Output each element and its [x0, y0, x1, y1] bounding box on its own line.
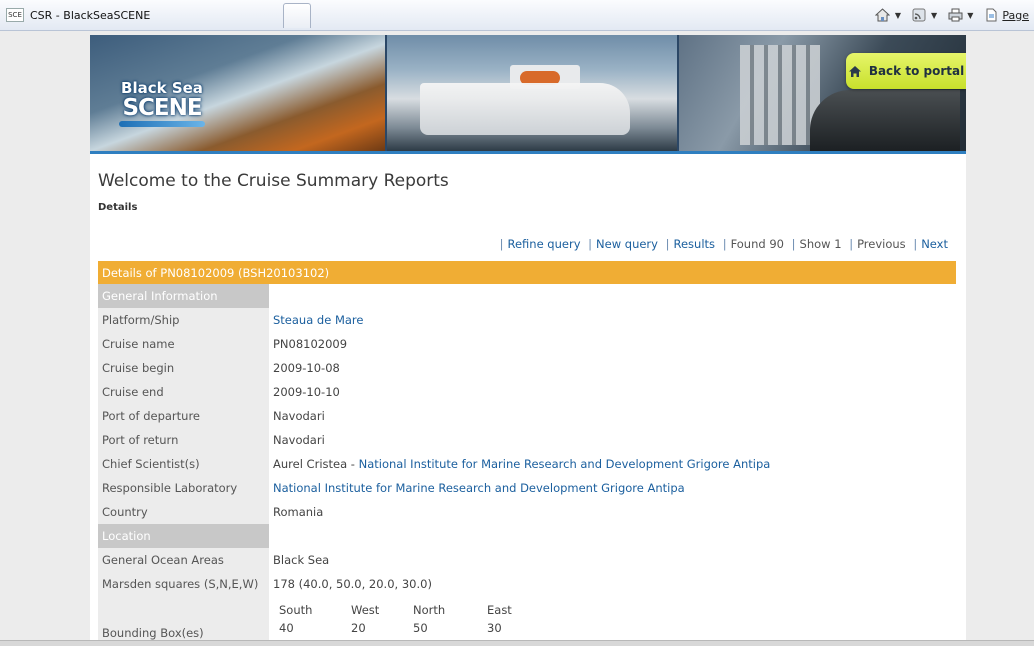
- feeds-button[interactable]: ▼: [911, 7, 937, 23]
- country-label: Country: [98, 500, 269, 524]
- cruise-end-label: Cruise end: [98, 380, 269, 404]
- site-favicon-icon: SCE: [6, 8, 24, 22]
- browser-toolbar: SCE CSR - BlackSeaSCENE ▼ ▼ ▼ Page: [0, 0, 1034, 31]
- lab-label: Responsible Laboratory: [98, 476, 269, 500]
- window-bottom-edge: [0, 640, 1034, 646]
- header-banner: Black Sea SCENE Back to portal: [90, 35, 966, 151]
- home-icon: [848, 65, 862, 78]
- logo-line-2: SCENE: [122, 95, 202, 121]
- port-departure-value: Navodari: [273, 409, 325, 423]
- details-header-row: Details of PN08102009 (BSH20103102): [98, 261, 956, 284]
- cruise-begin-label: Cruise begin: [98, 356, 269, 380]
- section-general-information: General Information: [98, 284, 269, 308]
- print-icon: [947, 7, 963, 23]
- table-row: Platform/Ship Steaua de Mare: [98, 308, 956, 332]
- rss-icon: [911, 7, 927, 23]
- country-value: Romania: [273, 505, 324, 519]
- bbox-west-value: 20: [351, 621, 366, 635]
- chief-institute-link[interactable]: National Institute for Marine Research a…: [359, 457, 771, 471]
- marsden-label: Marsden squares (S,N,E,W): [98, 572, 269, 596]
- port-return-label: Port of return: [98, 428, 269, 452]
- new-tab-button[interactable]: [283, 3, 311, 28]
- cruise-name-label: Cruise name: [98, 332, 269, 356]
- command-bar: ▼ ▼ ▼ Page: [870, 3, 1034, 27]
- table-row: Bounding Box(es) South West North East 4…: [98, 596, 956, 640]
- print-button[interactable]: ▼: [947, 7, 973, 23]
- new-query-link[interactable]: New query: [596, 237, 658, 251]
- page-subtitle: Details: [98, 202, 138, 213]
- table-row: General Ocean Areas Black Sea: [98, 548, 956, 572]
- page-menu-label: Page: [1002, 8, 1029, 22]
- table-row: Cruise name PN08102009: [98, 332, 956, 356]
- bounding-box-table: South West North East 40 20 50 30: [273, 601, 543, 637]
- refine-query-link[interactable]: Refine query: [507, 237, 580, 251]
- chevron-down-icon[interactable]: ▼: [931, 11, 937, 20]
- home-icon: [875, 7, 891, 23]
- section-row: General Information: [98, 284, 956, 308]
- details-header: Details of PN08102009 (BSH20103102): [98, 261, 956, 284]
- bbox-header-west: West: [351, 603, 380, 617]
- ship-hull: [420, 83, 630, 135]
- bbox-south-value: 40: [279, 621, 294, 635]
- lab-link[interactable]: National Institute for Marine Research a…: [273, 481, 685, 495]
- results-navigation: | Refine query | New query | Results | Found…: [499, 237, 948, 251]
- table-row: Cruise begin 2009-10-08: [98, 356, 956, 380]
- ocean-areas-label: General Ocean Areas: [98, 548, 269, 572]
- platform-link[interactable]: Steaua de Mare: [273, 313, 363, 327]
- back-to-portal-button[interactable]: Back to portal: [846, 53, 966, 89]
- scientist-arm: [810, 90, 960, 151]
- found-count: Found 90: [730, 237, 784, 251]
- bbox-header-north: North: [413, 603, 446, 617]
- section-location: Location: [98, 524, 269, 548]
- page-title: Welcome to the Cruise Summary Reports: [98, 171, 449, 191]
- page-icon: [983, 7, 999, 23]
- show-count: Show 1: [799, 237, 842, 251]
- chief-separator: -: [347, 457, 359, 471]
- tab-title: CSR - BlackSeaSCENE: [30, 8, 151, 22]
- chief-scientist-name: Aurel Cristea: [273, 457, 348, 471]
- table-row: Marsden squares (S,N,E,W) 178 (40.0, 50.…: [98, 572, 956, 596]
- cruise-begin-value: 2009-10-08: [273, 361, 340, 375]
- back-to-portal-label: Back to portal: [868, 64, 965, 78]
- bbox-label: Bounding Box(es): [98, 596, 269, 640]
- browser-tab[interactable]: SCE CSR - BlackSeaSCENE: [0, 3, 282, 27]
- banner-divider: [90, 151, 966, 154]
- table-row: Country Romania: [98, 500, 956, 524]
- ocean-areas-value: Black Sea: [273, 553, 330, 567]
- next-link[interactable]: Next: [921, 237, 948, 251]
- page-content: Black Sea SCENE Back to portal Welcome t…: [90, 35, 966, 645]
- marsden-value: 178 (40.0, 50.0, 20.0, 30.0): [273, 577, 432, 591]
- table-row: Responsible Laboratory National Institut…: [98, 476, 956, 500]
- chevron-down-icon[interactable]: ▼: [895, 11, 901, 20]
- table-row: Chief Scientist(s) Aurel Cristea - Natio…: [98, 452, 956, 476]
- bbox-header-east: East: [487, 603, 512, 617]
- platform-label: Platform/Ship: [98, 308, 269, 332]
- section-row: Location: [98, 524, 956, 548]
- home-button[interactable]: ▼: [875, 7, 901, 23]
- bbox-north-value: 50: [413, 621, 428, 635]
- port-return-value: Navodari: [273, 433, 325, 447]
- bbox-east-value: 30: [487, 621, 502, 635]
- cruise-end-value: 2009-10-10: [273, 385, 340, 399]
- water-sampler: [740, 45, 820, 145]
- results-link[interactable]: Results: [674, 237, 716, 251]
- table-row: Port of return Navodari: [98, 428, 956, 452]
- table-row: Port of departure Navodari: [98, 404, 956, 428]
- cruise-details-table: Details of PN08102009 (BSH20103102) Gene…: [98, 261, 956, 640]
- chief-scientist-label: Chief Scientist(s): [98, 452, 269, 476]
- logo-wave: [119, 121, 205, 127]
- page-menu-button[interactable]: Page: [983, 7, 1029, 23]
- previous-link[interactable]: Previous: [857, 237, 906, 251]
- blacksea-scene-logo[interactable]: Black Sea SCENE: [116, 77, 208, 145]
- bbox-header-south: South: [279, 603, 313, 617]
- chevron-down-icon[interactable]: ▼: [967, 11, 973, 20]
- table-row: Cruise end 2009-10-10: [98, 380, 956, 404]
- port-departure-label: Port of departure: [98, 404, 269, 428]
- cruise-name-value: PN08102009: [273, 337, 348, 351]
